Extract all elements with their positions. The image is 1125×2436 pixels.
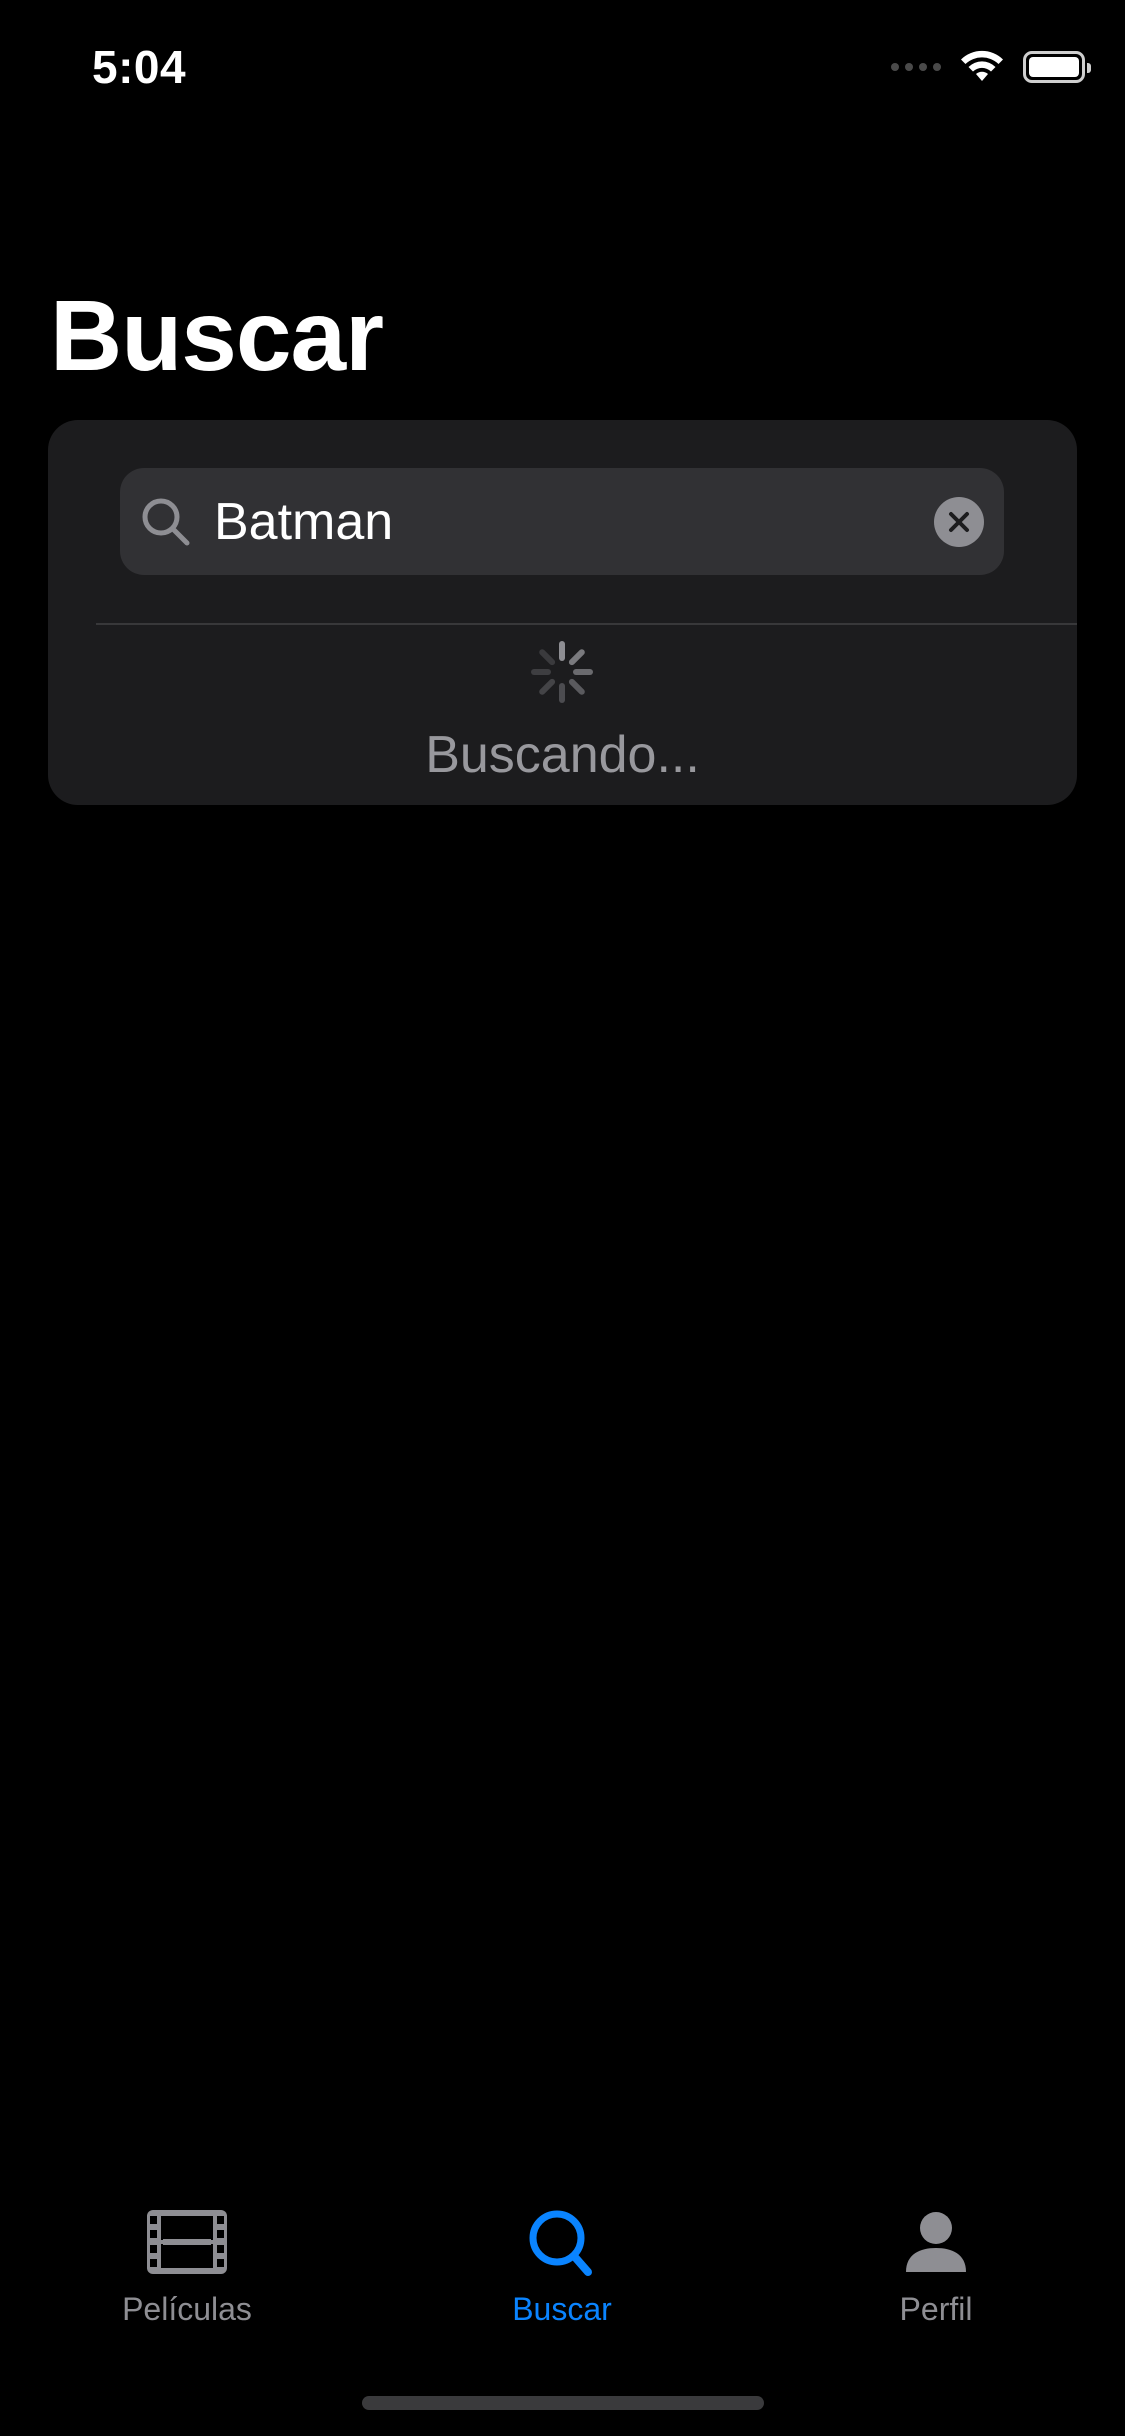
tab-perfil[interactable]: Perfil: [786, 2208, 1086, 2358]
loading-text: Buscando...: [425, 726, 700, 784]
search-input[interactable]: [214, 492, 894, 552]
tab-label-buscar: Buscar: [512, 2291, 612, 2327]
tab-peliculas[interactable]: Películas: [37, 2208, 337, 2358]
status-icons: [891, 50, 1091, 84]
cellular-signal-icon: [891, 63, 941, 71]
wifi-icon: [961, 50, 1003, 81]
battery-icon: [1023, 51, 1091, 83]
magnifyingglass-icon: [529, 2210, 592, 2276]
search-card: Buscando...: [48, 420, 1077, 805]
loading-spinner-icon: [531, 641, 593, 703]
status-time: 5:04: [92, 41, 187, 93]
search-field[interactable]: [120, 468, 1004, 575]
tab-label-perfil: Perfil: [899, 2291, 973, 2327]
page-title: Buscar: [50, 280, 384, 392]
clear-search-button[interactable]: [934, 497, 984, 547]
person-icon: [906, 2212, 966, 2272]
status-bar: 5:04: [0, 0, 1125, 140]
film-icon: [147, 2210, 227, 2274]
tab-buscar[interactable]: Buscar: [412, 2208, 712, 2358]
tab-label-peliculas: Películas: [122, 2291, 252, 2327]
clear-icon: [949, 512, 969, 532]
home-indicator[interactable]: [362, 2396, 764, 2410]
divider: [96, 623, 1077, 625]
search-icon: [142, 498, 190, 546]
